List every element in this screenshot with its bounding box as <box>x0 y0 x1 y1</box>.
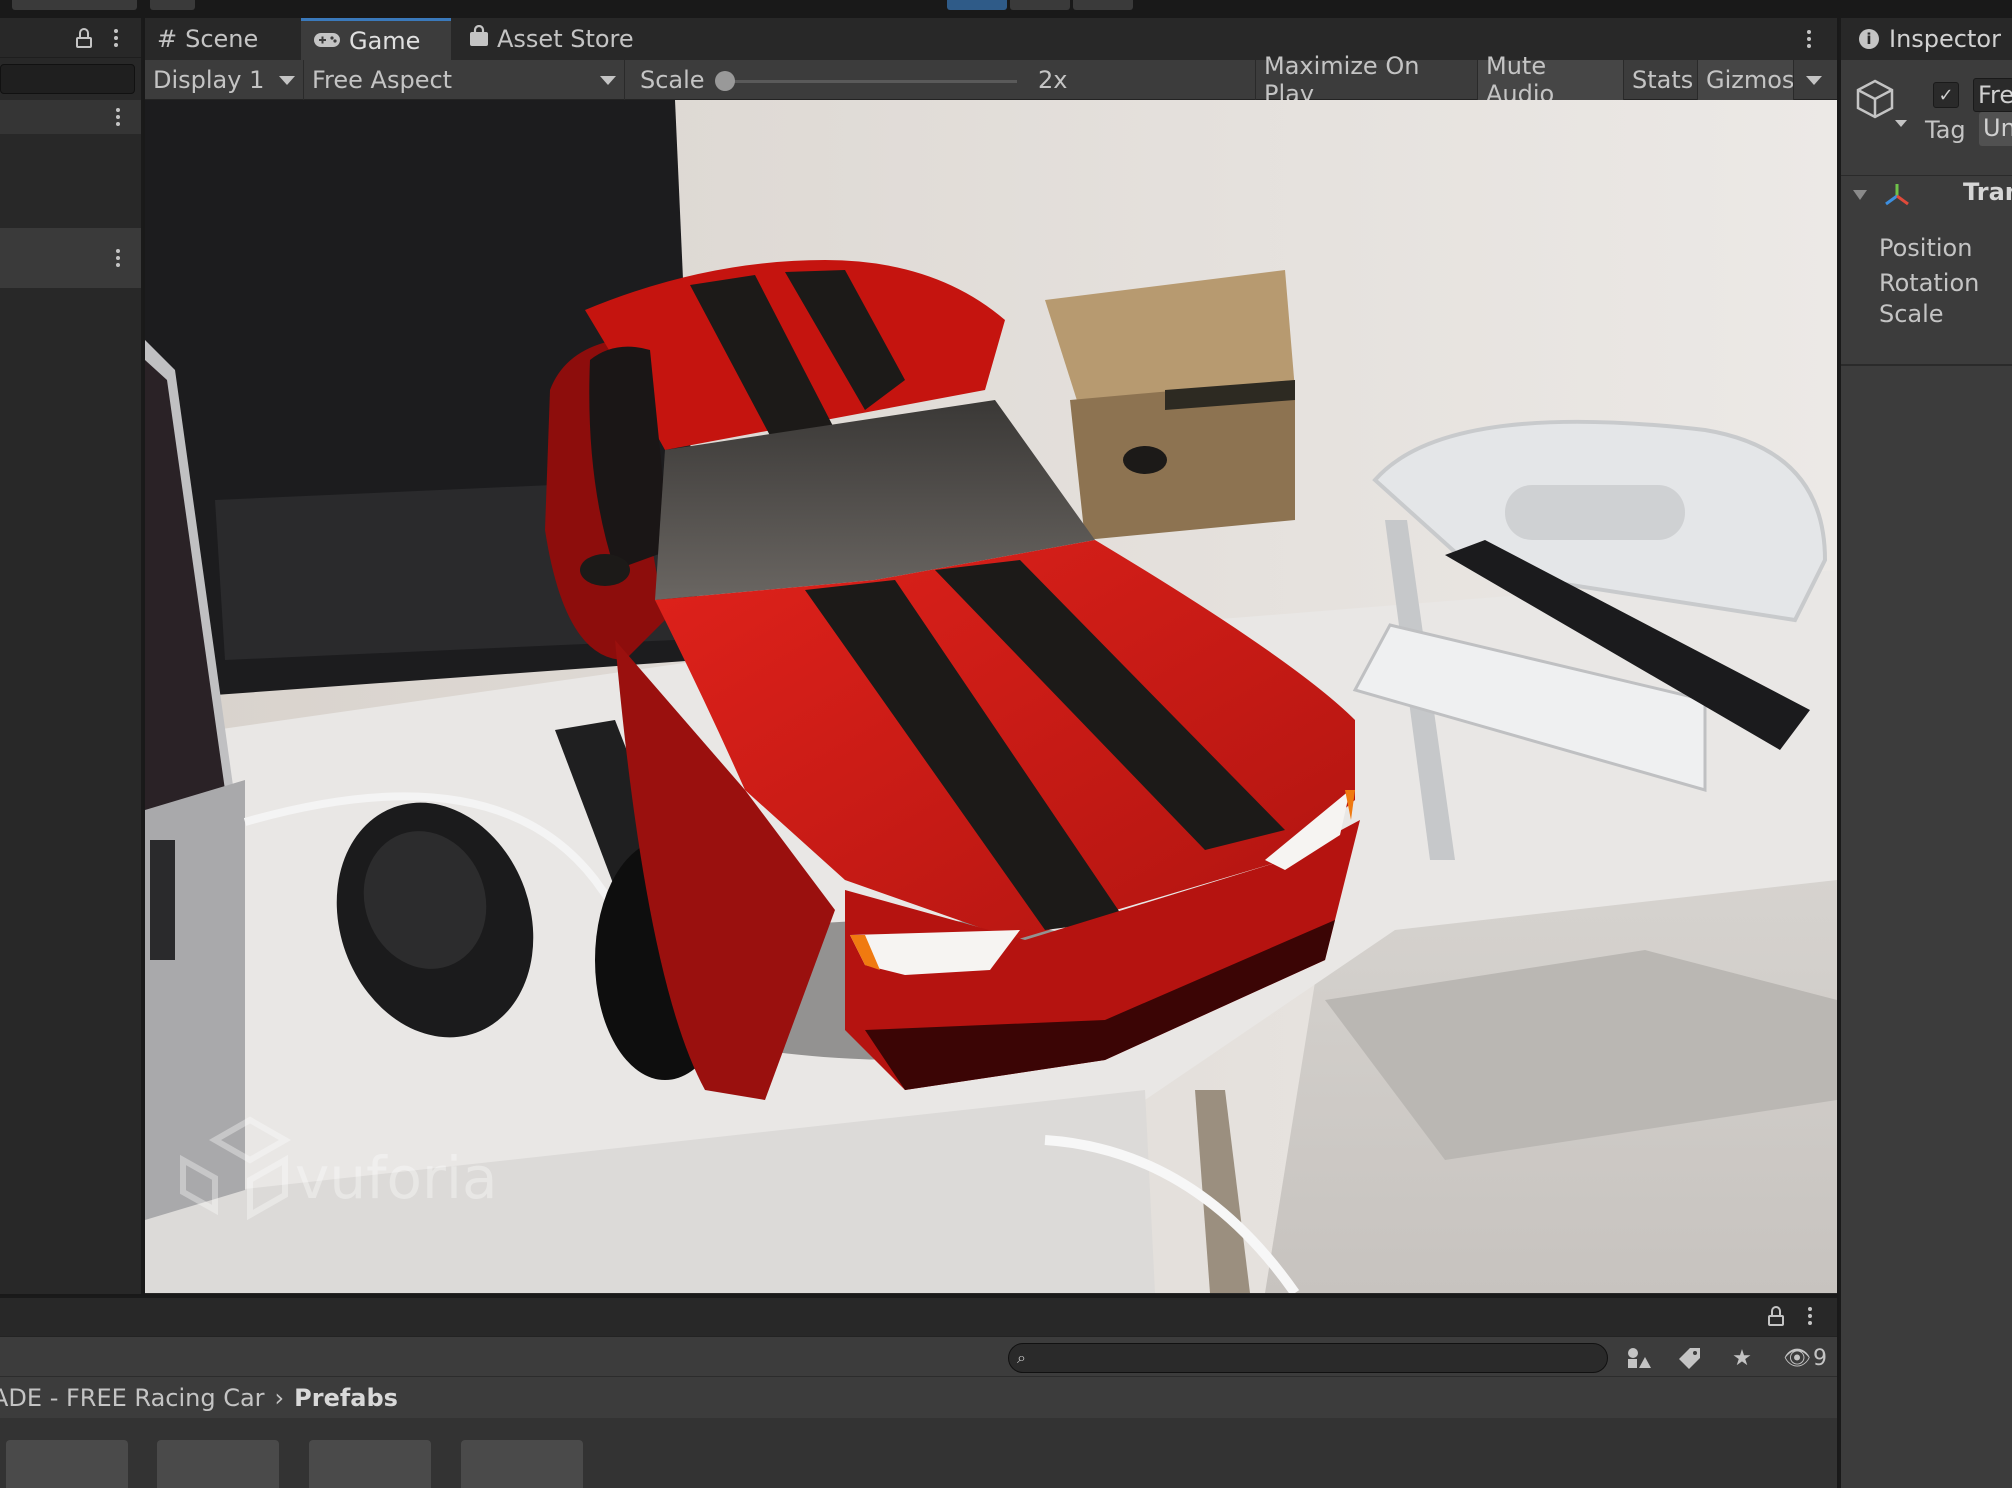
project-panel: ⌕ ★ 👁 9 ADE - FREE Racing Car › Prefabs <box>0 1296 1837 1488</box>
prefab-thumbnail[interactable] <box>461 1440 583 1488</box>
game-toolbar: Display 1 Free Aspect Scale 2x Maximize … <box>145 52 1837 108</box>
breadcrumb: ADE - FREE Racing Car › Prefabs <box>0 1376 1837 1418</box>
vuforia-watermark: vuforia <box>295 1144 498 1212</box>
scale-label: Scale <box>640 66 705 94</box>
eye-slash-icon: 👁 <box>1783 1345 1811 1371</box>
breadcrumb-item[interactable]: ADE - FREE Racing Car <box>0 1384 265 1412</box>
position-label[interactable]: Position <box>1879 234 1972 262</box>
display-dropdown[interactable]: Display 1 <box>145 60 303 100</box>
info-icon: i <box>1859 29 1879 49</box>
chevron-down-icon <box>279 75 295 85</box>
scale-field-label[interactable]: Scale <box>1879 300 1944 328</box>
more-options-icon[interactable] <box>1798 1304 1822 1328</box>
prefab-thumbnail[interactable] <box>6 1440 128 1488</box>
gameobject-cube-icon <box>1855 78 1895 120</box>
chevron-right-icon: › <box>274 1383 285 1412</box>
game-view-panel: # Scene Game Asset Store Display 1 Free … <box>145 18 1837 1294</box>
ar-camera-scene: vuforia <box>145 100 1837 1293</box>
lock-icon[interactable] <box>76 28 92 48</box>
more-options-icon[interactable] <box>1797 27 1821 51</box>
play-button[interactable] <box>947 0 1007 10</box>
favorites-star-icon[interactable]: ★ <box>1725 1341 1759 1375</box>
prefab-thumbnail[interactable] <box>309 1440 431 1488</box>
top-window-strip <box>0 0 2012 18</box>
maximize-on-play-button[interactable]: Maximize On Play <box>1255 52 1477 108</box>
rotation-label[interactable]: Rotation <box>1879 269 1979 297</box>
hierarchy-header <box>0 18 141 58</box>
component-title: Tran <box>1963 178 2012 206</box>
asset-grid <box>0 1418 1837 1488</box>
inspector-panel: i Inspector ✓ Fre Tag Un Tran Position R… <box>1839 18 2012 1488</box>
breadcrumb-item-current[interactable]: Prefabs <box>294 1384 398 1412</box>
filter-by-type-icon[interactable] <box>1621 1341 1655 1375</box>
tag-dropdown[interactable]: Un <box>1979 112 2012 146</box>
scale-slider-handle[interactable] <box>715 71 735 91</box>
prefab-thumbnail[interactable] <box>157 1440 279 1488</box>
scene-grid-icon: # <box>157 25 178 53</box>
pause-button[interactable] <box>1010 0 1070 10</box>
component-divider <box>1841 364 2012 366</box>
gamepad-icon <box>313 27 341 55</box>
tab-label: Asset Store <box>497 25 634 53</box>
object-name-field[interactable]: Fre <box>1973 78 2012 112</box>
inspector-tab[interactable]: i Inspector <box>1841 18 2012 60</box>
mute-audio-button[interactable]: Mute Audio <box>1477 52 1623 108</box>
scale-value: 2x <box>1038 66 1068 94</box>
tab-label: Game <box>349 26 421 55</box>
stats-button[interactable]: Stats <box>1623 60 1697 100</box>
aspect-dropdown[interactable]: Free Aspect <box>303 60 625 100</box>
search-icon: ⌕ <box>1017 1348 1026 1367</box>
transform-component-header[interactable]: Tran <box>1841 175 2012 211</box>
tab-scene[interactable]: # Scene <box>145 18 295 60</box>
game-viewport[interactable]: vuforia <box>145 100 1837 1293</box>
lock-icon[interactable] <box>1768 1306 1784 1326</box>
more-options-icon[interactable] <box>104 26 128 50</box>
step-button[interactable] <box>1073 0 1133 10</box>
hierarchy-search-input[interactable] <box>0 64 135 94</box>
more-options-icon[interactable] <box>106 105 130 129</box>
transform-icon <box>1883 182 1911 212</box>
collapse-arrow-icon[interactable] <box>1853 190 1867 200</box>
hierarchy-panel <box>0 18 143 1294</box>
scale-slider-track[interactable] <box>722 80 1017 83</box>
chevron-down-icon <box>1805 75 1822 85</box>
aspect-label: Free Aspect <box>312 66 453 94</box>
display-label: Display 1 <box>153 66 265 94</box>
tab-game[interactable]: Game <box>301 18 451 60</box>
hierarchy-scene-row[interactable] <box>0 100 141 134</box>
hierarchy-scene-row[interactable] <box>0 228 141 288</box>
top-tab-fragment[interactable] <box>12 0 137 10</box>
tab-label: Scene <box>185 25 259 53</box>
filter-by-label-icon[interactable] <box>1673 1341 1707 1375</box>
top-tab-fragment[interactable] <box>150 0 195 10</box>
inspector-title: Inspector <box>1889 25 2001 53</box>
chevron-down-icon[interactable] <box>1895 120 1907 127</box>
gizmos-dropdown[interactable] <box>1793 60 1833 100</box>
tag-label: Tag <box>1925 116 1966 144</box>
chevron-down-icon <box>600 75 616 85</box>
tab-asset-store[interactable]: Asset Store <box>457 18 657 60</box>
hidden-count: 9 <box>1812 1345 1827 1371</box>
hidden-packages-toggle[interactable]: 👁 9 <box>1775 1341 1835 1375</box>
active-checkbox[interactable]: ✓ <box>1933 82 1959 108</box>
project-search-input[interactable]: ⌕ <box>1008 1343 1608 1373</box>
more-options-icon[interactable] <box>106 246 130 270</box>
gizmos-button[interactable]: Gizmos <box>1697 60 1794 100</box>
shopping-bag-icon <box>469 24 489 53</box>
project-header <box>0 1298 1837 1336</box>
